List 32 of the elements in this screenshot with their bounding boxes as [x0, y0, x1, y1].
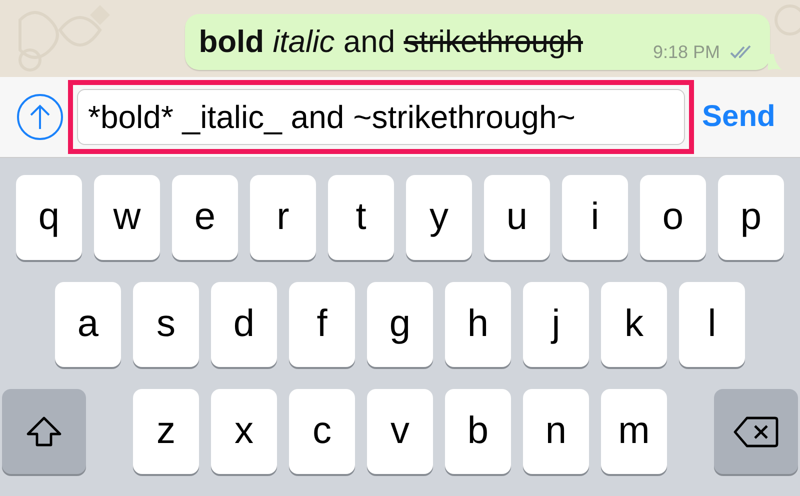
- letter-key[interactable]: y: [406, 175, 472, 260]
- letter-key[interactable]: p: [718, 175, 784, 260]
- letter-key[interactable]: r: [250, 175, 316, 260]
- letter-key[interactable]: m: [601, 389, 667, 474]
- letter-key[interactable]: e: [172, 175, 238, 260]
- letter-key[interactable]: o: [640, 175, 706, 260]
- letter-key[interactable]: f: [289, 282, 355, 367]
- backspace-icon: [733, 414, 779, 448]
- letter-key[interactable]: h: [445, 282, 511, 367]
- letter-key[interactable]: n: [523, 389, 589, 474]
- letter-key[interactable]: w: [94, 175, 160, 260]
- shift-key[interactable]: [2, 389, 86, 474]
- letter-key[interactable]: i: [562, 175, 628, 260]
- letter-key[interactable]: t: [328, 175, 394, 260]
- letter-key[interactable]: v: [367, 389, 433, 474]
- letter-key[interactable]: b: [445, 389, 511, 474]
- message-input[interactable]: *bold* _italic_ and ~strikethrough~: [77, 89, 685, 145]
- letter-key[interactable]: a: [55, 282, 121, 367]
- letter-key[interactable]: s: [133, 282, 199, 367]
- letter-key[interactable]: d: [211, 282, 277, 367]
- letter-key[interactable]: l: [679, 282, 745, 367]
- letter-key[interactable]: q: [16, 175, 82, 260]
- letter-key[interactable]: k: [601, 282, 667, 367]
- letter-key[interactable]: x: [211, 389, 277, 474]
- message-time: 9:18 PM: [652, 42, 720, 62]
- message-text: bold italic and strikethrough: [198, 24, 583, 60]
- letter-key[interactable]: c: [289, 389, 355, 474]
- delete-key[interactable]: [714, 389, 798, 474]
- letter-key[interactable]: z: [133, 389, 199, 474]
- letter-key[interactable]: u: [484, 175, 550, 260]
- letter-key[interactable]: j: [523, 282, 589, 367]
- letter-key[interactable]: g: [367, 282, 433, 367]
